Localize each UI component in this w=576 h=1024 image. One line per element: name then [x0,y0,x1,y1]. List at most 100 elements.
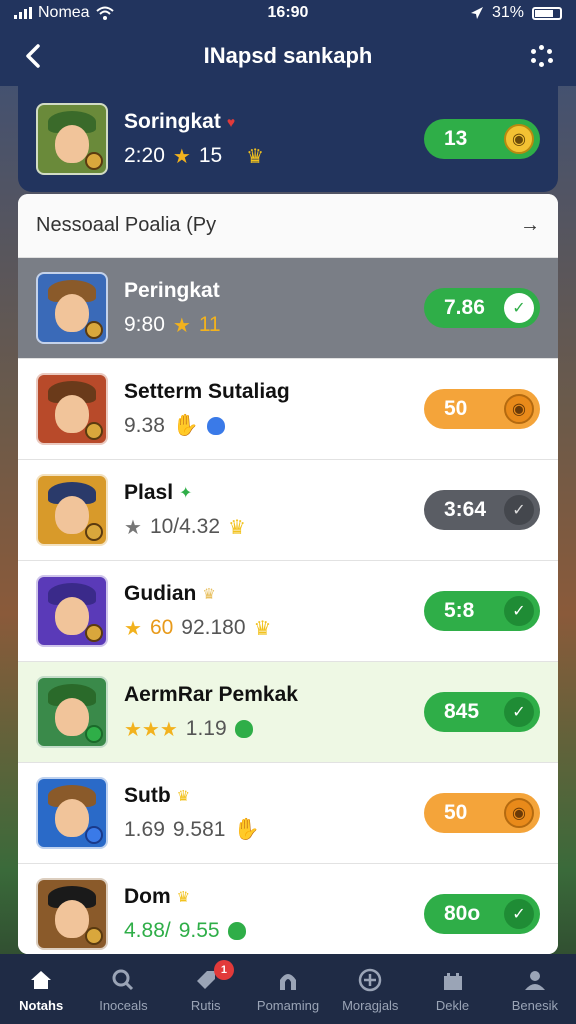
list-item[interactable]: Dom ♛ 4.88/ 9.55 80o ✓ [18,864,558,954]
ranking-list: Nessoaal Poalia (Py → Peringkat 9:80 ★ 1… [18,194,558,954]
avatar [36,777,108,849]
avatar [36,575,108,647]
score-pill[interactable]: 80o ✓ [424,894,540,934]
player-meta: ★ 10/4.32 ♛ [124,515,246,539]
leaf-icon: ✦ [179,484,193,502]
score-pill[interactable]: 50 ◉ [424,389,540,429]
list-item[interactable]: AermRar Pemkak ★★★ 1.19 845 ✓ [18,662,558,763]
player-name: Setterm Sutaliag [124,380,290,403]
badge-icon [85,624,103,642]
home-icon [27,966,55,994]
gem-icon [234,720,253,738]
carrier-label: Nomea [38,4,90,21]
score-pill[interactable]: 7.86 ✓ [424,288,540,328]
star-icon: ★ [172,145,191,168]
star-icon: ★ [124,617,142,640]
status-left: Nomea [14,4,114,22]
badge-icon [85,826,103,844]
signal-icon [14,7,32,19]
avatar [36,474,108,546]
crown-icon: ♛ [176,889,191,906]
player-name: Plasl ✦ [124,480,193,504]
badge-icon [85,321,103,339]
back-button[interactable] [18,38,48,74]
score-pill[interactable]: 5:8 ✓ [424,591,540,631]
plus-circle-icon [356,966,384,994]
tab-benesik[interactable]: Benesik [494,954,576,1024]
tab-rutis[interactable]: 1 Rutis [165,954,247,1024]
avatar [36,103,108,175]
crown-icon: ♛ [202,585,216,603]
tab-inoceals[interactable]: Inoceals [82,954,164,1024]
crown-icon: ♛ [253,617,272,640]
top-nav-header: INapsd sankaph [0,26,576,86]
score-pill[interactable]: 845 ✓ [424,692,540,732]
coin-icon: ◉ [504,798,534,828]
location-icon [470,7,483,19]
score-pill[interactable]: 13 ◉ [424,119,540,159]
check-icon: ✓ [504,697,534,727]
wifi-icon [95,6,114,20]
tab-moragjals[interactable]: Moragjals [329,954,411,1024]
loading-dots-icon [531,45,553,67]
arch-icon [274,966,302,994]
star-icon: ★ [124,516,142,539]
badge-icon [85,422,103,440]
badge-icon [85,523,103,541]
player-name: Soringkat ♥ [124,109,236,133]
page-title: INapsd sankaph [203,43,373,68]
list-item[interactable]: Peringkat 9:80 ★ 11 7.86 ✓ [18,258,558,359]
check-icon: ✓ [504,596,534,626]
player-name: Dom ♛ [124,885,191,908]
list-item[interactable]: Gudian ♛ ★ 60 92.180 ♛ 5:8 ✓ [18,561,558,662]
player-name: Gudian ♛ [124,581,216,605]
tab-pomaming[interactable]: Pomaming [247,954,329,1024]
badge-icon [85,152,103,170]
list-item[interactable]: Setterm Sutaliag 9.38 ✋ 50 ◉ [18,359,558,460]
star-icon: ★★★ [124,718,178,741]
crown-icon: ♛ [228,516,246,539]
crown-icon: ♛ [246,145,265,168]
tab-dekle[interactable]: Dekle [411,954,493,1024]
user-icon [521,966,549,994]
bottom-tab-bar: Notahs Inoceals 1 Rutis Pomaming Moragja… [0,954,576,1024]
player-meta: 9.38 ✋ [124,414,424,438]
notification-badge: 1 [213,960,234,980]
coin-icon: ◉ [504,124,534,154]
player-meta: ★ 60 92.180 ♛ [124,616,272,640]
more-options-button[interactable] [526,40,558,72]
list-item[interactable]: Plasl ✦ ★ 10/4.32 ♛ 3:64 ✓ [18,460,558,561]
status-right: 31% [470,4,562,22]
featured-player-card[interactable]: Soringkat ♥ 2:20 ★ 15 ♛ 13 ◉ [18,86,558,192]
heart-icon: ♥ [226,113,236,130]
hand-icon: ✋ [172,414,200,437]
search-icon [109,966,137,994]
player-meta: 2:20 ★ 15 ♛ [124,144,265,168]
crown-icon: ♛ [176,788,191,805]
player-meta: 4.88/ 9.55 [124,919,424,943]
badge-icon [85,725,103,743]
player-meta: 1.69 9.581 ✋ [124,818,260,841]
player-name: AermRar Pemkak [124,682,298,706]
castle-icon [439,966,467,994]
arrow-right-icon: → [520,214,540,236]
battery-percent: 31% [491,4,524,21]
tab-notahs[interactable]: Notahs [0,954,82,1024]
section-header[interactable]: Nessoaal Poalia (Py → [18,194,558,258]
gem-icon [207,417,226,435]
chevron-left-icon [26,44,40,68]
score-pill[interactable]: 50 ◉ [424,793,540,833]
badge-icon [85,927,103,945]
avatar [36,878,108,950]
list-item[interactable]: Sutb ♛ 1.69 9.581 ✋ 50 ◉ [18,763,558,864]
score-pill[interactable]: 3:64 ✓ [424,490,540,530]
battery-icon [532,6,562,20]
coin-icon: ◉ [504,394,534,424]
player-meta: ★★★ 1.19 [124,717,424,742]
avatar [36,373,108,445]
player-meta: 9:80 ★ 11 [124,313,221,337]
gem-icon [227,922,246,940]
player-name: Sutb ♛ [124,784,191,807]
check-icon: ✓ [504,495,534,525]
player-name: Peringkat [124,278,220,302]
